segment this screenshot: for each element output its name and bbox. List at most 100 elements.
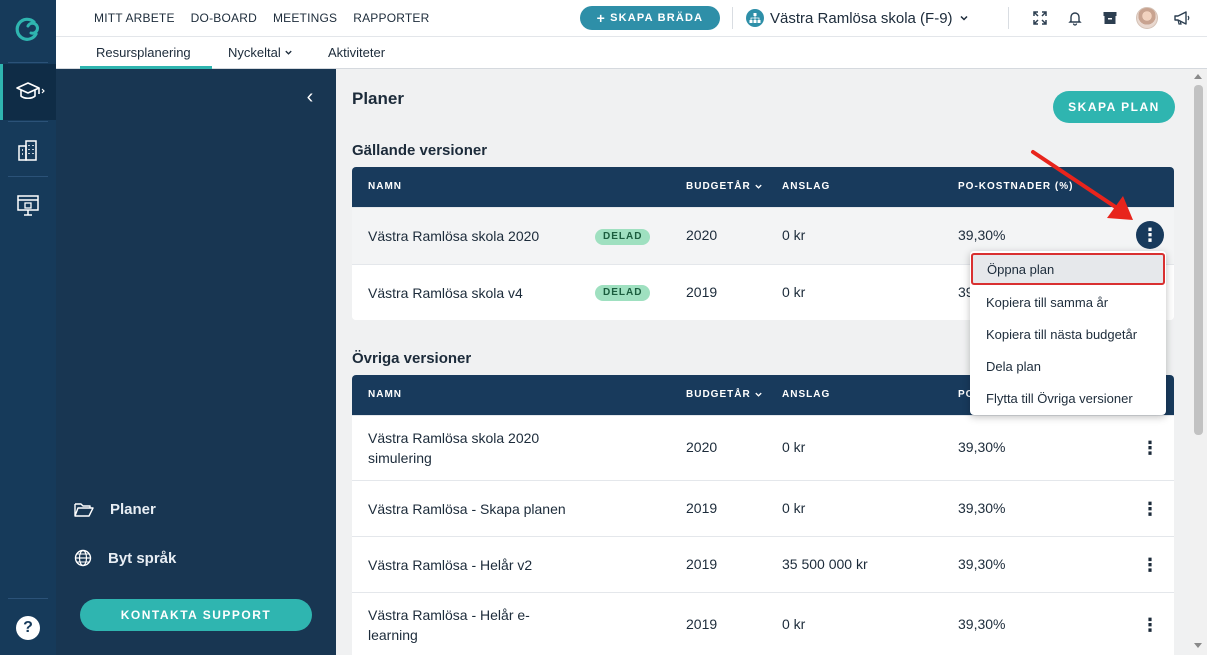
budget-year: 2020 [686, 439, 718, 455]
section-title-other: Övriga versioner [352, 350, 472, 367]
other-versions-table: NAMN BUDGETÅR ANSLAG PO Västra Ramlösa s… [352, 375, 1174, 655]
rail-item-buildings[interactable] [0, 122, 56, 178]
menu-item-share-plan[interactable]: Dela plan [970, 350, 1166, 382]
plan-name: Västra Ramlösa - Skapa planen [368, 501, 566, 517]
fullscreen-icon[interactable] [1031, 9, 1049, 27]
col-header-label: BUDGETÅR [686, 389, 751, 400]
scrollbar-thumb[interactable] [1194, 85, 1203, 435]
rail-item-education[interactable] [0, 64, 56, 120]
nav-meetings[interactable]: MEETINGS [273, 11, 337, 25]
tab-nyckeltal[interactable]: Nyckeltal [228, 45, 293, 60]
sidebar-item-planer[interactable]: Planer [74, 501, 156, 518]
page-title: Planer [352, 89, 404, 108]
megaphone-icon[interactable] [1173, 9, 1191, 27]
tab-resursplanering[interactable]: Resursplanering [80, 45, 212, 69]
nav-rapporter[interactable]: RAPPORTER [353, 11, 429, 25]
grant: 0 kr [782, 284, 806, 300]
chevron-down-icon [960, 15, 968, 21]
budget-year: 2019 [686, 556, 718, 572]
row-menu-kebab-icon[interactable]: ⋮ [1136, 611, 1164, 639]
col-header-grant[interactable]: ANSLAG [782, 389, 830, 400]
org-hierarchy-icon [746, 9, 764, 27]
tab-aktiviteter[interactable]: Aktiviteter [328, 45, 385, 60]
scroll-down-arrow-icon[interactable] [1194, 643, 1202, 648]
sidebar-item-label: Byt språk [108, 549, 177, 567]
archive-icon[interactable] [1101, 9, 1119, 27]
help-icon[interactable]: ? [16, 616, 40, 640]
col-header-grant[interactable]: ANSLAG [782, 181, 830, 192]
po-costs: 39,30% [958, 616, 1006, 632]
menu-item-copy-same-year[interactable]: Kopiera till samma år [970, 286, 1166, 318]
app-logo-icon[interactable] [14, 16, 42, 44]
plan-name: Västra Ramlösa - Helår e-learning [368, 607, 530, 643]
plan-name: Västra Ramlösa skola 2020 [368, 228, 540, 244]
annotation-arrow-icon [1031, 150, 1133, 220]
create-board-button[interactable]: + SKAPA BRÄDA [580, 6, 720, 30]
contact-support-button[interactable]: KONTAKTA SUPPORT [80, 599, 312, 631]
table-row[interactable]: Västra Ramlösa - Helår v2 2019 35 500 00… [352, 536, 1174, 592]
menu-item-move-to-other[interactable]: Flytta till Övriga versioner [970, 382, 1166, 414]
collapse-sidebar-chevron-icon[interactable]: ‹ [300, 87, 320, 107]
col-header-label: BUDGETÅR [686, 181, 751, 192]
section-title-current: Gällande versioner [352, 142, 488, 159]
table-row[interactable]: Västra Ramlösa - Skapa planen 2019 0 kr … [352, 480, 1174, 536]
org-name: Västra Ramlösa skola (F-9) [770, 9, 953, 27]
col-header-name[interactable]: NAMN [368, 389, 402, 400]
org-selector[interactable]: Västra Ramlösa skola (F-9) [746, 9, 969, 27]
plan-name: Västra Ramlösa skola v4 [368, 285, 523, 301]
vertical-scrollbar[interactable] [1190, 69, 1207, 655]
plan-name: Västra Ramlösa skola 2020 simulering [368, 430, 540, 466]
row-menu-kebab-icon[interactable]: ⋮ [1136, 551, 1164, 579]
plus-icon: + [596, 10, 607, 26]
tab-label: Nyckeltal [228, 45, 281, 60]
po-costs: 39,30% [958, 227, 1006, 243]
top-nav: MITT ARBETE DO-BOARD MEETINGS RAPPORTER [94, 11, 430, 25]
buildings-icon [18, 140, 37, 161]
budget-year: 2019 [686, 500, 718, 516]
scroll-up-arrow-icon[interactable] [1194, 74, 1202, 79]
row-menu-kebab-icon[interactable]: ⋮ [1136, 434, 1164, 462]
row-menu-kebab-icon[interactable]: ⋮ [1136, 495, 1164, 523]
nav-mitt-arbete[interactable]: MITT ARBETE [94, 11, 175, 25]
po-costs: 39,30% [958, 439, 1006, 455]
globe-icon [74, 549, 92, 567]
col-header-name[interactable]: NAMN [368, 181, 402, 192]
grant: 35 500 000 kr [782, 556, 868, 572]
shared-badge: DELAD [595, 285, 651, 301]
budget-year: 2020 [686, 227, 718, 243]
grant: 0 kr [782, 227, 806, 243]
bell-icon[interactable] [1066, 9, 1084, 27]
sidebar-item-label: Planer [110, 501, 156, 518]
col-header-budget-year[interactable]: BUDGETÅR [686, 181, 763, 192]
po-costs: 39,30% [958, 500, 1006, 516]
sidebar: ‹ Planer Byt språk KONTAKTA SUPPORT [56, 69, 336, 655]
row-context-menu: Öppna plan Kopiera till samma år Kopiera… [970, 251, 1166, 415]
po-costs: 39,30% [958, 556, 1006, 572]
chevron-down-icon [754, 184, 762, 189]
graduation-cap-icon [15, 82, 45, 100]
presentation-board-icon [17, 195, 39, 216]
folder-open-icon [74, 502, 94, 517]
table-row[interactable]: Västra Ramlösa - Helår e-learning 2019 0… [352, 592, 1174, 655]
budget-year: 2019 [686, 284, 718, 300]
create-plan-button[interactable]: SKAPA PLAN [1053, 91, 1175, 123]
col-header-budget-year[interactable]: BUDGETÅR [686, 389, 763, 400]
grant: 0 kr [782, 439, 806, 455]
budget-year: 2019 [686, 616, 718, 632]
top-header: MITT ARBETE DO-BOARD MEETINGS RAPPORTER … [56, 0, 1207, 37]
grant: 0 kr [782, 500, 806, 516]
sub-nav: Resursplanering Nyckeltal Aktiviteter [56, 37, 1207, 69]
menu-item-copy-next-year[interactable]: Kopiera till nästa budgetår [970, 318, 1166, 350]
sidebar-item-language[interactable]: Byt språk [74, 549, 176, 567]
rail-item-presentation[interactable] [0, 177, 56, 233]
chevron-down-icon [754, 392, 762, 397]
grant: 0 kr [782, 616, 806, 632]
menu-item-open-plan[interactable]: Öppna plan [971, 253, 1165, 285]
shared-badge: DELAD [595, 229, 651, 245]
table-row[interactable]: Västra Ramlösa skola 2020 simulering 202… [352, 415, 1174, 480]
user-avatar[interactable] [1136, 7, 1158, 29]
nav-do-board[interactable]: DO-BOARD [191, 11, 257, 25]
chevron-down-icon [285, 50, 292, 55]
create-board-label: SKAPA BRÄDA [610, 12, 704, 24]
plan-name: Västra Ramlösa - Helår v2 [368, 557, 533, 573]
